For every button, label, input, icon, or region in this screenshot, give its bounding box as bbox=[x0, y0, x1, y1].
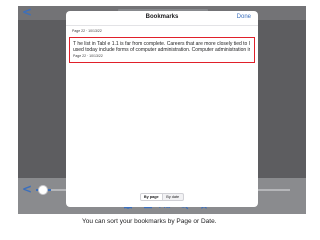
page-progress-knob[interactable] bbox=[38, 185, 48, 195]
popover-header: Bookmarks Done bbox=[66, 11, 258, 26]
caption-text: You can sort your bookmarks by Page or D… bbox=[82, 218, 217, 225]
bookmark-meta: Page 22 · 10/13/22 bbox=[72, 29, 102, 33]
bookmarks-popover: Bookmarks Done Page 22 · 10/13/22 T he l… bbox=[66, 11, 258, 207]
sort-segmented-control[interactable]: By page By date bbox=[140, 193, 184, 201]
sort-by-page-segment[interactable]: By page bbox=[141, 194, 162, 200]
bookmark-item[interactable]: Page 22 · 10/13/22 bbox=[72, 29, 252, 34]
bookmark-excerpt-line: used today include forms of computer adm… bbox=[73, 47, 250, 53]
bookmark-item-highlighted[interactable]: T he list in Tabl e 1.1 is far from comp… bbox=[69, 37, 255, 63]
bookmark-meta: Page 22 · 10/13/22 bbox=[73, 54, 103, 58]
back-chevron-icon[interactable]: < bbox=[22, 6, 34, 20]
ipad-screen: < < Aa Bookmarks Done Page 22 · 10/13/22 bbox=[18, 6, 306, 214]
done-button[interactable]: Done bbox=[237, 14, 251, 20]
bookmark-excerpt: T he list in Tabl e 1.1 is far from comp… bbox=[73, 41, 250, 53]
popover-title: Bookmarks bbox=[145, 14, 179, 20]
sort-by-date-segment[interactable]: By date bbox=[163, 194, 184, 200]
previous-chevron-icon[interactable]: < bbox=[22, 183, 34, 197]
